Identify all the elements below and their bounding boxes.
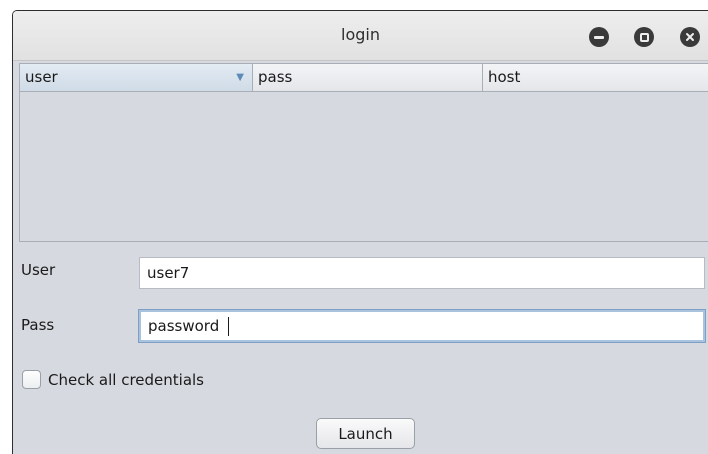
table-header: user ▼ pass host xyxy=(20,64,708,92)
title-bar[interactable]: login xyxy=(13,11,708,61)
check-all-credentials-checkbox[interactable] xyxy=(22,370,41,389)
column-header-label: pass xyxy=(258,68,293,86)
maximize-icon xyxy=(639,32,649,42)
close-icon xyxy=(686,33,694,41)
user-input[interactable] xyxy=(139,257,705,289)
text-caret xyxy=(228,317,229,336)
user-label: User xyxy=(21,261,56,279)
pass-label: Pass xyxy=(21,316,55,334)
check-all-credentials-label[interactable]: Check all credentials xyxy=(48,371,204,389)
column-header-label: user xyxy=(25,68,58,86)
column-header-user[interactable]: user ▼ xyxy=(20,64,253,91)
column-header-label: host xyxy=(488,68,521,86)
maximize-button[interactable] xyxy=(634,27,654,47)
login-window: login user ▼ pass host User Pa xyxy=(12,10,708,454)
sort-descending-icon: ▼ xyxy=(236,72,244,83)
credentials-table[interactable]: user ▼ pass host xyxy=(19,63,708,242)
pass-input[interactable] xyxy=(138,309,706,343)
close-button[interactable] xyxy=(680,27,700,47)
launch-button[interactable]: Launch xyxy=(316,418,415,449)
minimize-button[interactable] xyxy=(589,27,609,47)
column-header-host[interactable]: host xyxy=(483,64,708,91)
minimize-icon xyxy=(594,35,604,39)
column-header-pass[interactable]: pass xyxy=(253,64,483,91)
